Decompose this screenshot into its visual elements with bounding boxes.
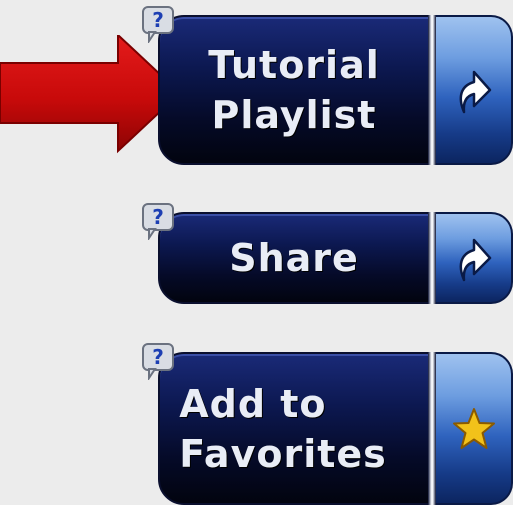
svg-text:?: ? — [152, 205, 164, 229]
share-button[interactable]: Share — [158, 212, 430, 304]
tutorial-playlist-go-button[interactable] — [436, 15, 513, 165]
add-to-favorites-label: Add to Favorites — [179, 381, 387, 476]
share-go-button[interactable] — [436, 212, 513, 304]
add-to-favorites-go-button[interactable] — [436, 352, 513, 505]
divider — [428, 15, 436, 165]
share-widget: Share ? — [142, 203, 513, 304]
share-arrow-icon — [459, 238, 491, 282]
add-to-favorites-widget: Add to Favorites ? — [142, 343, 513, 505]
share-label: Share — [229, 236, 359, 280]
help-question-icon[interactable]: ? — [141, 342, 177, 380]
add-to-favorites-button[interactable]: Add to Favorites — [158, 352, 430, 505]
help-question-icon[interactable]: ? — [141, 202, 177, 240]
tutorial-playlist-button[interactable]: Tutorial Playlist — [158, 15, 430, 165]
tutorial-playlist-label: Tutorial Playlist — [208, 43, 380, 137]
help-question-icon[interactable]: ? — [141, 5, 177, 43]
svg-text:?: ? — [152, 345, 164, 369]
star-icon — [452, 407, 495, 449]
divider — [428, 212, 436, 304]
tutorial-playlist-widget: Tutorial Playlist ? — [142, 6, 513, 165]
svg-text:?: ? — [152, 8, 164, 32]
stage: Tutorial Playlist ? Share ? Add to Favor… — [0, 0, 513, 505]
divider — [428, 352, 436, 505]
share-arrow-icon — [459, 70, 491, 114]
